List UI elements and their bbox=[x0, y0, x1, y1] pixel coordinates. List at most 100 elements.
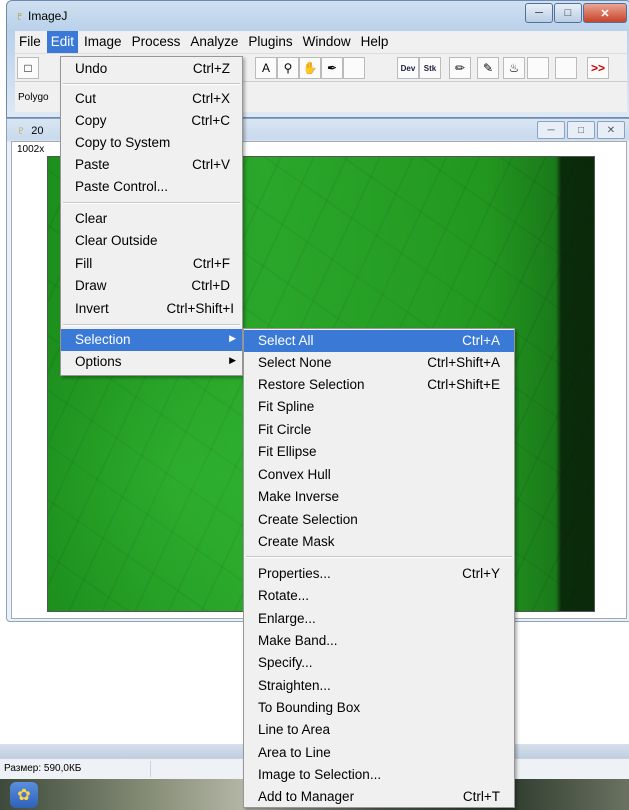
menu-item-create-selection[interactable]: Create Selection bbox=[244, 509, 514, 531]
menu-item-shortcut: Ctrl+X bbox=[192, 91, 230, 106]
menu-edit[interactable]: Edit bbox=[46, 31, 79, 53]
status-divider bbox=[150, 761, 151, 777]
text-tool[interactable]: A bbox=[255, 57, 277, 79]
menu-item-selection[interactable]: Selection ▶ bbox=[61, 329, 242, 351]
menu-item-copy[interactable]: Copy Ctrl+C bbox=[61, 110, 242, 132]
menu-item-label: Selection bbox=[75, 332, 131, 347]
menu-separator bbox=[246, 556, 512, 558]
menu-item-label: Fit Spline bbox=[258, 399, 315, 414]
dev-tool[interactable]: Dev bbox=[397, 57, 419, 79]
hand-tool-icon[interactable]: ✋ bbox=[299, 57, 321, 79]
paint-app-icon[interactable]: ✿ bbox=[10, 782, 38, 808]
minimize-button[interactable]: ─ bbox=[525, 3, 553, 23]
menu-item-draw[interactable]: Draw Ctrl+D bbox=[61, 275, 242, 297]
menu-process[interactable]: Process bbox=[128, 31, 185, 53]
menu-item-create-mask[interactable]: Create Mask bbox=[244, 531, 514, 553]
status-text: Polygo bbox=[18, 92, 49, 103]
menu-item-select-none[interactable]: Select None Ctrl+Shift+A bbox=[244, 352, 514, 374]
menu-item-make-band[interactable]: Make Band... bbox=[244, 630, 514, 652]
close-button[interactable]: ✕ bbox=[583, 3, 627, 23]
menu-item-options[interactable]: Options ▶ bbox=[61, 351, 242, 373]
color-picker-icon[interactable]: ✒ bbox=[321, 57, 343, 79]
menu-image[interactable]: Image bbox=[80, 31, 126, 53]
menu-item-properties[interactable]: Properties... Ctrl+Y bbox=[244, 563, 514, 585]
menu-item-fit-spline[interactable]: Fit Spline bbox=[244, 396, 514, 418]
menu-item-paste[interactable]: Paste Ctrl+V bbox=[61, 154, 242, 176]
menu-item-label: Rotate... bbox=[258, 588, 310, 603]
menu-item-straighten[interactable]: Straighten... bbox=[244, 675, 514, 697]
window-controls: ─ □ ✕ bbox=[524, 3, 627, 23]
menu-item-label: Select None bbox=[258, 355, 332, 370]
menu-item-shortcut: Ctrl+C bbox=[191, 113, 230, 128]
tool-blank-3[interactable] bbox=[555, 57, 577, 79]
file-size-text: Размер: 590,0КБ bbox=[4, 763, 82, 774]
menu-item-undo[interactable]: Undo Ctrl+Z bbox=[61, 58, 242, 80]
edit-menu: Undo Ctrl+Z Cut Ctrl+X Copy Ctrl+C Copy to … bbox=[60, 56, 243, 376]
menu-item-label: Clear Outside bbox=[75, 233, 158, 248]
menu-window[interactable]: Window bbox=[299, 31, 355, 53]
menu-plugins[interactable]: Plugins bbox=[244, 31, 296, 53]
menu-item-area-to-line[interactable]: Area to Line bbox=[244, 742, 514, 764]
menu-item-label: Make Band... bbox=[258, 633, 338, 648]
menu-file[interactable]: File bbox=[15, 31, 45, 53]
pencil-tool-icon[interactable]: ✏ bbox=[449, 57, 471, 79]
menu-item-label: Clear bbox=[75, 211, 108, 226]
menu-item-copy-to-system[interactable]: Copy to System bbox=[61, 132, 242, 154]
menu-separator bbox=[63, 202, 240, 204]
flood-fill-icon[interactable]: ♨ bbox=[503, 57, 525, 79]
menu-item-fill[interactable]: Fill Ctrl+F bbox=[61, 253, 242, 275]
menu-item-label: Add to Manager bbox=[258, 789, 355, 804]
menu-item-add-to-manager[interactable]: Add to Manager Ctrl+T bbox=[244, 786, 514, 808]
menu-item-invert[interactable]: Invert Ctrl+Shift+I bbox=[61, 298, 242, 320]
menu-analyze[interactable]: Analyze bbox=[186, 31, 242, 53]
menu-separator bbox=[63, 83, 240, 85]
menu-separator bbox=[63, 324, 240, 326]
image-maximize-button[interactable]: □ bbox=[567, 121, 595, 139]
menu-item-select-all[interactable]: Select All Ctrl+A bbox=[244, 330, 514, 352]
menu-item-image-to-selection[interactable]: Image to Selection... bbox=[244, 764, 514, 786]
menu-item-shortcut: Ctrl+D bbox=[191, 278, 230, 293]
menu-item-restore-selection[interactable]: Restore Selection Ctrl+Shift+E bbox=[244, 374, 514, 396]
menu-item-label: To Bounding Box bbox=[258, 700, 361, 715]
menu-item-label: Copy to System bbox=[75, 135, 171, 150]
tool-blank-1[interactable] bbox=[343, 57, 365, 79]
selection-submenu: Select All Ctrl+A Select None Ctrl+Shift+A… bbox=[243, 328, 515, 808]
menu-item-fit-circle[interactable]: Fit Circle bbox=[244, 419, 514, 441]
more-tools-button[interactable]: >> bbox=[587, 57, 609, 79]
submenu-arrow-icon: ▶ bbox=[229, 333, 236, 343]
magnifier-tool-icon[interactable]: ⚲ bbox=[277, 57, 299, 79]
menu-item-make-inverse[interactable]: Make Inverse bbox=[244, 486, 514, 508]
menu-item-to-bounding-box[interactable]: To Bounding Box bbox=[244, 697, 514, 719]
maximize-button[interactable]: □ bbox=[554, 3, 582, 23]
menu-item-shortcut: Ctrl+V bbox=[192, 157, 230, 172]
stk-tool[interactable]: Stk bbox=[419, 57, 441, 79]
submenu-arrow-icon: ▶ bbox=[229, 355, 236, 365]
menu-item-enlarge[interactable]: Enlarge... bbox=[244, 608, 514, 630]
brush-tool-icon[interactable]: ✎ bbox=[477, 57, 499, 79]
menu-item-clear[interactable]: Clear bbox=[61, 208, 242, 230]
menu-item-clear-outside[interactable]: Clear Outside bbox=[61, 230, 242, 252]
menu-item-label: Create Selection bbox=[258, 512, 358, 527]
tool-blank-2[interactable] bbox=[527, 57, 549, 79]
menu-item-specify[interactable]: Specify... bbox=[244, 652, 514, 674]
image-info-text: 1002x bbox=[17, 144, 45, 155]
menu-item-paste-control[interactable]: Paste Control... bbox=[61, 176, 242, 198]
image-minimize-button[interactable]: ─ bbox=[537, 121, 565, 139]
menu-item-shortcut: Ctrl+Shift+A bbox=[427, 355, 500, 370]
menu-item-line-to-area[interactable]: Line to Area bbox=[244, 719, 514, 741]
menu-item-label: Specify... bbox=[258, 655, 313, 670]
menu-item-label: Fill bbox=[75, 256, 93, 271]
menu-item-fit-ellipse[interactable]: Fit Ellipse bbox=[244, 441, 514, 463]
image-close-button[interactable]: ✕ bbox=[597, 121, 625, 139]
menu-item-convex-hull[interactable]: Convex Hull bbox=[244, 464, 514, 486]
menu-item-label: Cut bbox=[75, 91, 97, 106]
menu-item-label: Enlarge... bbox=[258, 611, 316, 626]
menu-help[interactable]: Help bbox=[357, 31, 393, 53]
rectangle-tool-icon[interactable]: □ bbox=[17, 57, 39, 79]
menu-item-label: Select All bbox=[258, 333, 314, 348]
menu-item-label: Fit Ellipse bbox=[258, 444, 317, 459]
image-window-controls: ─ □ ✕ bbox=[535, 121, 625, 139]
menu-item-cut[interactable]: Cut Ctrl+X bbox=[61, 88, 242, 110]
menu-item-label: Make Inverse bbox=[258, 489, 340, 504]
menu-item-rotate[interactable]: Rotate... bbox=[244, 585, 514, 607]
